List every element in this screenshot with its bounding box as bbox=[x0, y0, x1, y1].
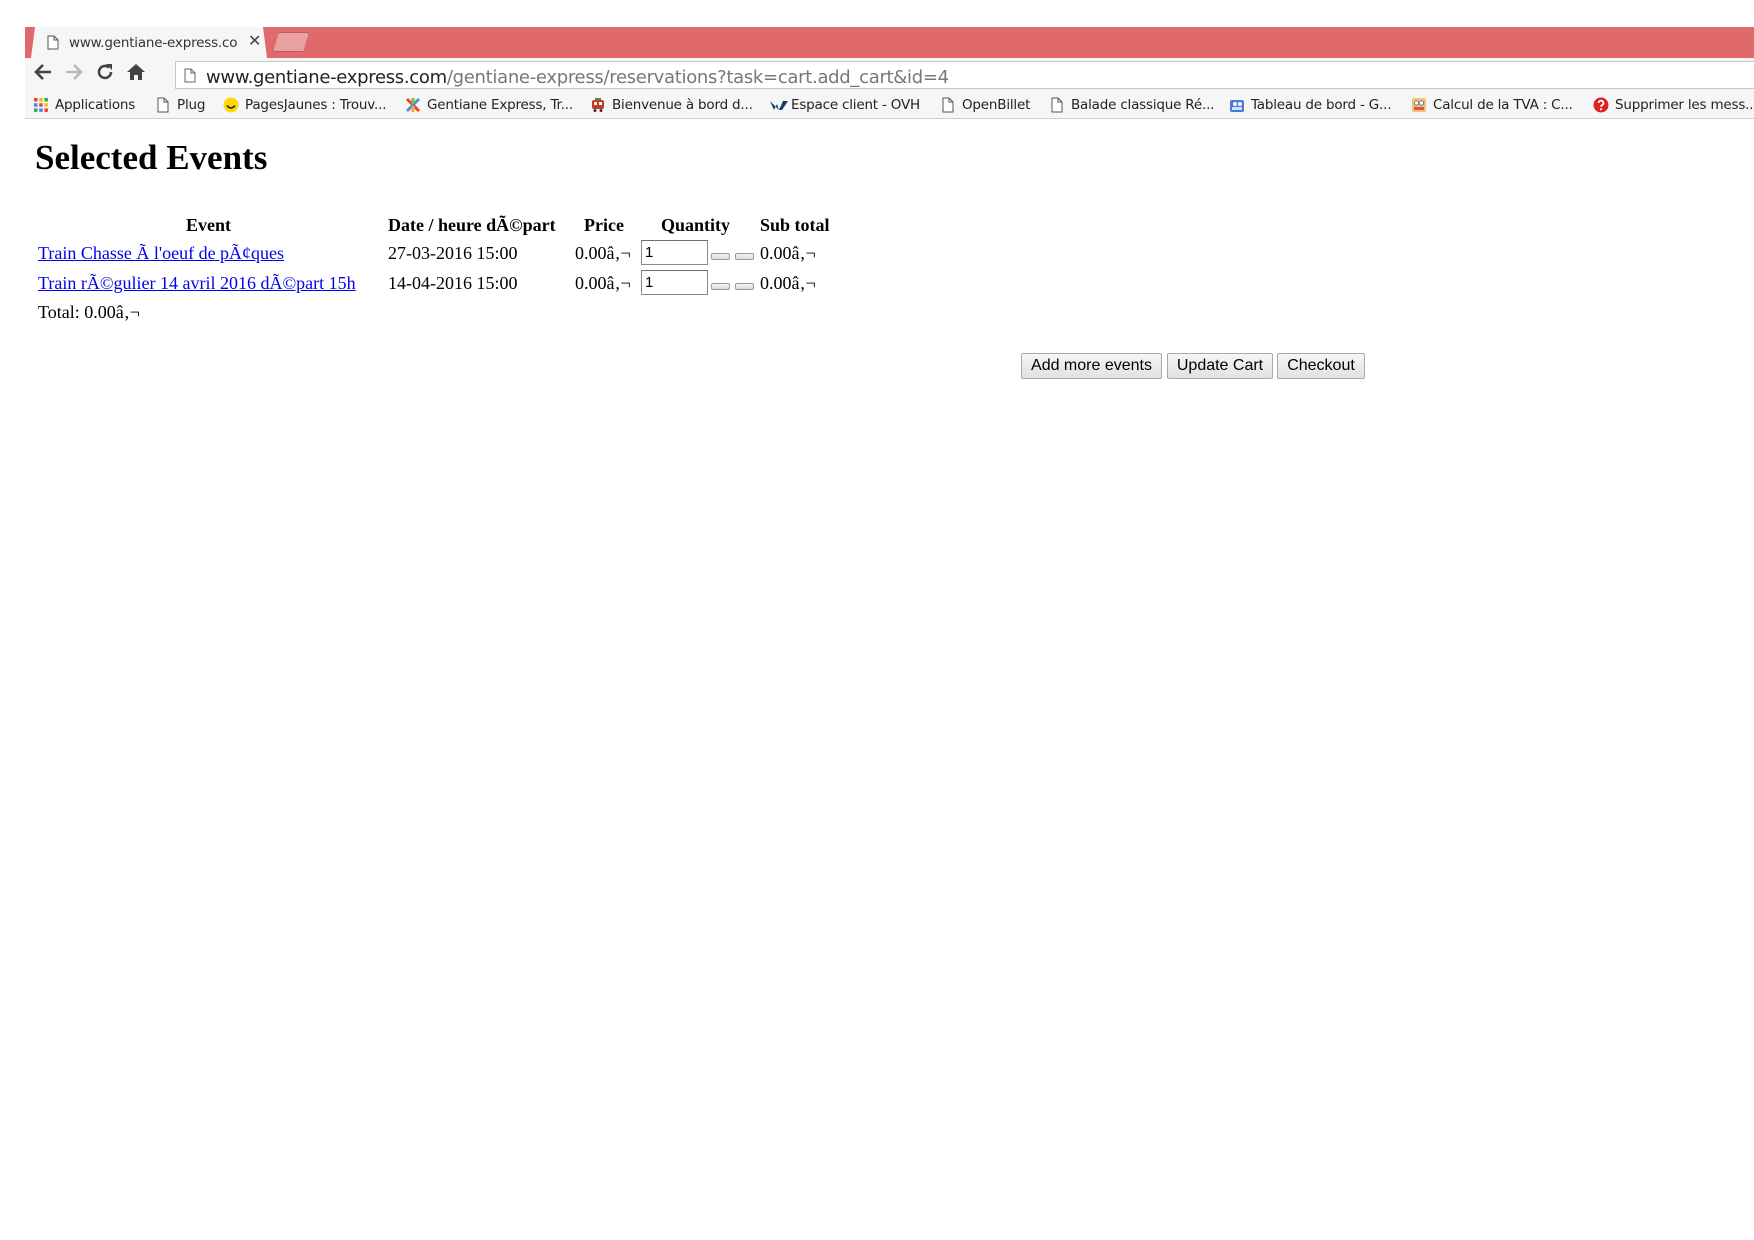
bookmark-ovh[interactable]: Espace client - OVH bbox=[769, 96, 920, 114]
bookmark-label: Applications bbox=[55, 97, 136, 113]
bookmark-applications[interactable]: Applications bbox=[33, 96, 135, 114]
quantity-input[interactable] bbox=[641, 270, 708, 295]
toolbar: www.gentiane-express.com/gentiane-expres… bbox=[25, 58, 1754, 91]
quantity-action-button[interactable] bbox=[711, 253, 730, 260]
url-text: www.gentiane-express.com/gentiane-expres… bbox=[206, 67, 949, 88]
ovh-icon bbox=[769, 97, 788, 113]
bookmark-label: PagesJaunes : Trouv... bbox=[245, 97, 387, 113]
update-cart-button[interactable]: Update Cart bbox=[1167, 353, 1273, 379]
event-subtotal: 0.00â‚¬ bbox=[760, 243, 816, 263]
train-icon bbox=[590, 97, 606, 113]
quantity-action-button[interactable] bbox=[711, 283, 730, 290]
bookmark-supprimer[interactable]: Supprimer les mess... bbox=[1593, 96, 1754, 114]
column-header-subtotal: Sub total bbox=[760, 215, 830, 235]
page-title: Selected Events bbox=[35, 138, 268, 177]
back-button[interactable] bbox=[31, 62, 55, 86]
url-path: /gentiane-express/reservations?task=cart… bbox=[446, 67, 949, 88]
bookmark-label: OpenBillet bbox=[962, 97, 1031, 113]
column-header-date: Date / heure dÃ©part bbox=[388, 215, 556, 235]
event-price: 0.00â‚¬ bbox=[575, 273, 631, 293]
bookmark-label: Gentiane Express, Tr... bbox=[427, 97, 573, 113]
back-arrow-icon bbox=[33, 63, 53, 86]
bookmark-label: Calcul de la TVA : C... bbox=[1433, 97, 1573, 113]
browser-window: www.gentiane-express.com ✕ www.gentiane-… bbox=[25, 27, 1754, 1240]
address-bar[interactable]: www.gentiane-express.com/gentiane-expres… bbox=[175, 61, 1754, 89]
bookmark-tableau-de-bord[interactable]: Tableau de bord - G... bbox=[1229, 96, 1391, 114]
column-header-quantity: Quantity bbox=[661, 215, 731, 235]
event-link[interactable]: Train Chasse Ã l'oeuf de pÃ¢ques bbox=[38, 243, 284, 264]
column-header-price: Price bbox=[584, 215, 624, 235]
event-price: 0.00â‚¬ bbox=[575, 243, 631, 263]
joomla-icon bbox=[405, 97, 421, 113]
help-icon bbox=[1593, 97, 1609, 113]
reload-button[interactable] bbox=[93, 62, 117, 86]
forward-button[interactable] bbox=[62, 62, 86, 86]
bookmark-calcul-tva[interactable]: Calcul de la TVA : C... bbox=[1411, 96, 1573, 114]
page-icon bbox=[184, 68, 196, 88]
bookmark-pagesjaunes[interactable]: PagesJaunes : Trouv... bbox=[223, 96, 387, 114]
url-host: www.gentiane-express.com bbox=[206, 67, 447, 88]
bookmark-openbillet[interactable]: OpenBillet bbox=[940, 96, 1030, 114]
dashboard-icon bbox=[1229, 97, 1245, 113]
bookmark-plug[interactable]: Plug bbox=[155, 96, 205, 114]
reload-icon bbox=[95, 62, 115, 87]
bookmark-label: Espace client - OVH bbox=[791, 97, 920, 113]
bookmark-bienvenue[interactable]: Bienvenue à bord d... bbox=[590, 96, 753, 114]
tab-active[interactable]: www.gentiane-express.com ✕ bbox=[31, 27, 267, 58]
home-button[interactable] bbox=[124, 62, 148, 86]
page-icon bbox=[1049, 97, 1065, 113]
bookmark-label: Balade classique Ré... bbox=[1071, 97, 1215, 113]
bookmark-label: Supprimer les mess... bbox=[1615, 97, 1754, 113]
event-link[interactable]: Train rÃ©gulier 14 avril 2016 dÃ©part 15… bbox=[38, 273, 356, 294]
page-icon bbox=[940, 97, 956, 113]
bookmark-balade[interactable]: Balade classique Ré... bbox=[1049, 96, 1214, 114]
event-date: 27-03-2016 15:00 bbox=[388, 243, 518, 263]
smiley-icon bbox=[223, 97, 239, 113]
calculator-icon bbox=[1411, 97, 1427, 113]
page-content: Selected Events Event Date / heure dÃ©pa… bbox=[25, 120, 1754, 1240]
apps-grid-icon bbox=[33, 97, 49, 113]
forward-arrow-icon bbox=[64, 63, 84, 86]
checkout-button[interactable]: Checkout bbox=[1277, 353, 1365, 379]
event-date: 14-04-2016 15:00 bbox=[388, 273, 518, 293]
quantity-input[interactable] bbox=[641, 240, 708, 265]
add-more-events-button[interactable]: Add more events bbox=[1021, 353, 1162, 379]
bookmark-label: Plug bbox=[177, 97, 206, 113]
bookmark-label: Tableau de bord - G... bbox=[1251, 97, 1392, 113]
quantity-action-button[interactable] bbox=[735, 283, 754, 290]
bookmark-label: Bienvenue à bord d... bbox=[612, 97, 753, 113]
cart-total: Total: 0.00â‚¬ bbox=[38, 302, 140, 322]
home-icon bbox=[126, 63, 146, 86]
bookmark-gentiane-express[interactable]: Gentiane Express, Tr... bbox=[405, 96, 573, 114]
quantity-action-button[interactable] bbox=[735, 253, 754, 260]
close-icon[interactable]: ✕ bbox=[248, 33, 261, 49]
new-tab-button[interactable] bbox=[273, 32, 309, 52]
column-header-event: Event bbox=[186, 215, 231, 235]
bookmarks-bar: Applications Plug PagesJaunes : Trouv...… bbox=[25, 91, 1754, 119]
tab-strip: www.gentiane-express.com ✕ bbox=[25, 27, 1754, 58]
page-icon bbox=[155, 97, 171, 113]
event-subtotal: 0.00â‚¬ bbox=[760, 273, 816, 293]
tab-title: www.gentiane-express.com bbox=[69, 35, 237, 51]
page-icon bbox=[47, 35, 59, 55]
